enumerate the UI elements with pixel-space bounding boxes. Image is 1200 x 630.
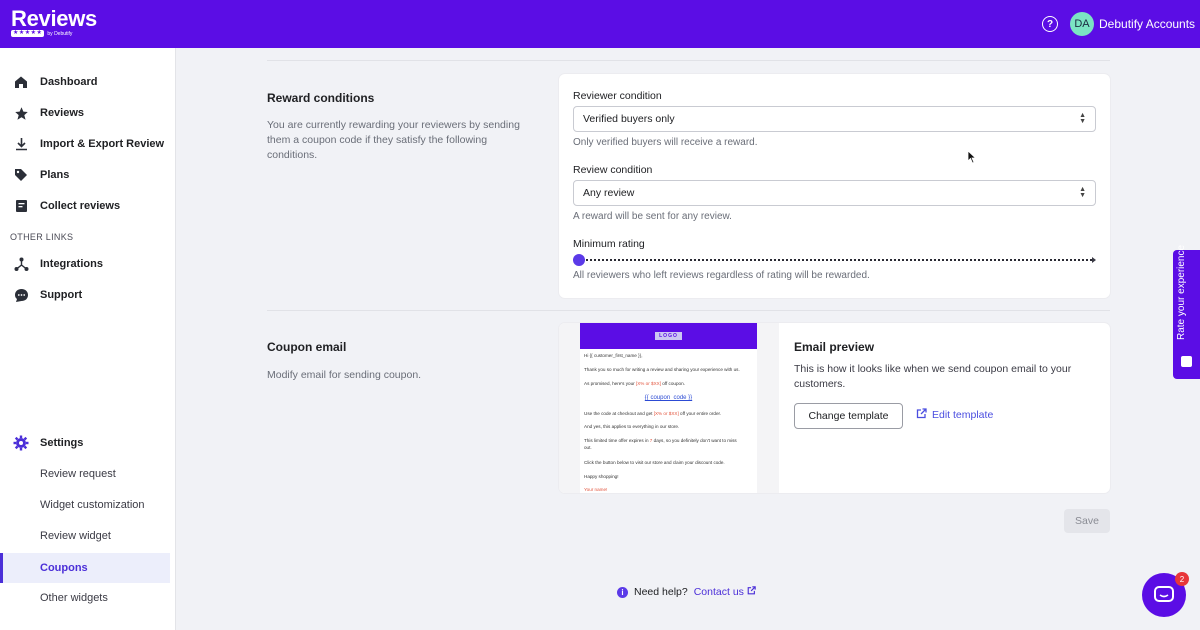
sidebar-item-label: Collect reviews <box>40 200 121 212</box>
email-line: Happy shopping! <box>584 474 619 479</box>
contact-us-link[interactable]: Contact us <box>694 586 756 598</box>
sidebar-item-label: Import & Export Review <box>40 138 165 150</box>
account-name[interactable]: Debutify Accounts <box>1099 17 1195 31</box>
email-line: Thank you so much for writing a review a… <box>584 367 740 372</box>
email-line: out. <box>584 445 592 450</box>
mouse-cursor-icon <box>967 150 977 169</box>
slider-end-arrow-icon <box>1092 257 1096 263</box>
help-icon[interactable]: ? <box>1042 16 1058 32</box>
sidebar-item-support[interactable]: Support <box>0 280 176 310</box>
reviewer-condition-select[interactable]: Verified buyers only ▲ ▼ <box>573 106 1096 132</box>
email-line: Click the button below to visit our stor… <box>584 460 725 465</box>
sidebar-item-label: Dashboard <box>40 76 98 88</box>
feedback-icon <box>1181 356 1192 367</box>
logo-stars-icon: ★★★★★ <box>11 30 45 37</box>
info-icon: i <box>617 586 628 598</box>
external-link-icon <box>916 408 927 422</box>
review-condition-select[interactable]: Any review ▲ ▼ <box>573 180 1096 206</box>
sidebar-item-reviews[interactable]: Reviews <box>0 98 176 128</box>
email-line: Use the code at checkout and get [X% or … <box>584 411 722 416</box>
need-help-text: Need help? <box>634 586 688 598</box>
email-thumbnail: LOGO Hi {{ customer_first_name }}, Thank… <box>559 323 779 493</box>
gear-icon <box>13 435 29 451</box>
email-logo-placeholder: LOGO <box>655 332 682 340</box>
reviewer-condition-value: Verified buyers only <box>583 113 675 125</box>
external-link-icon <box>747 586 756 595</box>
minimum-rating-label: Minimum rating <box>573 238 645 250</box>
sidebar-subitem-review-widget[interactable]: Review widget <box>0 521 170 551</box>
minimum-rating-slider-track[interactable] <box>579 259 1092 261</box>
sidebar-subitem-coupons[interactable]: Coupons <box>0 553 170 583</box>
clipboard-icon <box>13 198 29 214</box>
select-caret-icon: ▲ ▼ <box>1079 112 1086 125</box>
logo-text: Reviews <box>11 6 97 31</box>
sidebar-item-label: Settings <box>40 437 84 449</box>
sidebar-subitem-review-request[interactable]: Review request <box>0 459 170 489</box>
sidebar-subitem-label: Widget customization <box>40 499 145 511</box>
email-signature: Your name! <box>584 487 608 492</box>
tag-icon <box>13 167 29 183</box>
sidebar-item-import-export[interactable]: Import & Export Review <box>0 129 176 159</box>
reward-conditions-card: Reviewer condition Verified buyers only … <box>559 74 1110 298</box>
email-preview-description: This is how it looks like when we send c… <box>794 363 1072 390</box>
section-divider <box>267 310 1110 311</box>
sidebar-subitem-label: Coupons <box>40 562 88 574</box>
star-icon <box>13 105 29 121</box>
chat-icon <box>1154 586 1174 602</box>
sidebar: Dashboard Reviews Import & Export Review… <box>0 48 176 630</box>
other-links-heading: OTHER LINKS <box>10 232 74 242</box>
minimum-rating-slider-thumb[interactable] <box>573 254 585 266</box>
email-line: And yes, this applies to everything in o… <box>584 424 680 429</box>
avatar[interactable]: DA <box>1070 12 1094 36</box>
rate-experience-label: Rate your experience <box>1176 244 1187 340</box>
email-header: LOGO <box>580 323 757 349</box>
select-caret-icon: ▲ ▼ <box>1079 186 1086 199</box>
chat-bubble-icon <box>13 287 29 303</box>
section-divider <box>267 60 1110 61</box>
email-line: This limited time offer expires in 7 day… <box>584 438 737 443</box>
review-condition-value: Any review <box>583 187 635 199</box>
sidebar-item-dashboard[interactable]: Dashboard <box>0 67 176 97</box>
sidebar-item-label: Support <box>40 289 83 301</box>
sidebar-item-label: Plans <box>40 169 70 181</box>
logo-byline: by Debutify <box>47 30 73 37</box>
save-button[interactable]: Save <box>1064 509 1110 533</box>
sidebar-subitem-label: Review request <box>40 468 116 480</box>
sidebar-subitem-label: Review widget <box>40 530 111 542</box>
edit-template-label: Edit template <box>932 409 994 421</box>
email-coupon-code: {{ coupon_code }} <box>644 395 693 401</box>
email-greeting: Hi {{ customer_first_name }}, <box>584 353 643 358</box>
chat-unread-badge: 2 <box>1175 572 1189 586</box>
sidebar-item-label: Integrations <box>40 258 103 270</box>
coupon-email-title: Coupon email <box>267 340 347 354</box>
sidebar-item-label: Reviews <box>40 107 85 119</box>
sidebar-subitem-other-widgets[interactable]: Other widgets <box>0 583 170 613</box>
sidebar-item-plans[interactable]: Plans <box>0 160 176 190</box>
reward-conditions-description: You are currently rewarding your reviewe… <box>267 119 520 161</box>
app-logo[interactable]: Reviews ★★★★★ by Debutify <box>11 6 97 37</box>
review-condition-label: Review condition <box>573 164 653 176</box>
sidebar-subitem-label: Other widgets <box>40 592 108 604</box>
email-line: As promised, here's your [X% or $XX] off… <box>584 381 685 386</box>
reviewer-condition-help: Only verified buyers will receive a rewa… <box>573 137 758 148</box>
home-icon <box>13 74 29 90</box>
review-condition-help: A reward will be sent for any review. <box>573 211 732 222</box>
sidebar-item-integrations[interactable]: Integrations <box>0 249 176 279</box>
sidebar-item-settings[interactable]: Settings <box>0 428 176 458</box>
download-icon <box>13 136 29 152</box>
edit-template-link[interactable]: Edit template <box>916 408 993 422</box>
coupon-email-description: Modify email for sending coupon. <box>267 369 422 381</box>
top-bar: Reviews ★★★★★ by Debutify ? DA Debutify … <box>0 0 1200 48</box>
reviewer-condition-label: Reviewer condition <box>573 90 662 102</box>
integrations-icon <box>13 256 29 272</box>
sidebar-item-collect-reviews[interactable]: Collect reviews <box>0 191 176 221</box>
minimum-rating-help: All reviewers who left reviews regardles… <box>573 270 870 281</box>
footer-help: i Need help? Contact us <box>617 586 756 598</box>
change-template-button[interactable]: Change template <box>794 403 903 429</box>
sidebar-subitem-widget-customization[interactable]: Widget customization <box>0 490 170 520</box>
email-preview-title: Email preview <box>794 340 875 354</box>
reward-conditions-title: Reward conditions <box>267 91 375 105</box>
